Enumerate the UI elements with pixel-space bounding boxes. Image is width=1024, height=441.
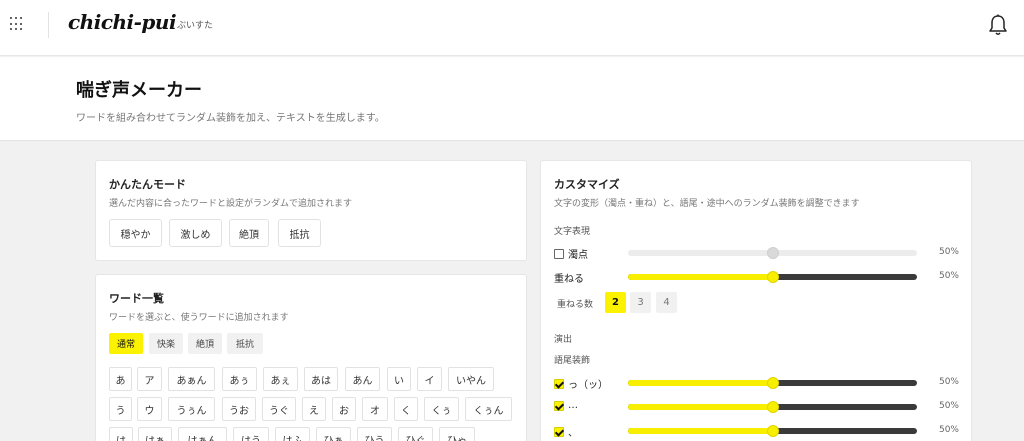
repeat-count-label: 重ねる数 [557, 300, 594, 310]
tab-climax[interactable]: 絶頂 [188, 333, 222, 354]
ending-slider-comma[interactable] [628, 425, 917, 437]
word-chip[interactable]: はう [233, 427, 269, 441]
easy-mode-button-intense[interactable]: 激しめ [169, 219, 222, 247]
customize-card: カスタマイズ 文字の変形（濁点・重ね）と、語尾・途中へのランダム装飾を調整できま… [540, 160, 972, 441]
ending-label-comma: 、 [568, 428, 578, 439]
ending-value-ellipsis: 50% [938, 401, 959, 411]
apps-grid-icon[interactable] [10, 17, 24, 31]
ending-label-tsu: っ（ッ） [568, 380, 608, 391]
logo-subtitle: ぶいすた [177, 21, 214, 31]
repeat-count-option-2[interactable]: 2 [605, 292, 626, 313]
kasaneru-slider[interactable] [628, 271, 917, 283]
ending-slider-thumb[interactable] [767, 425, 779, 437]
word-chip[interactable]: くぅん [465, 397, 512, 421]
ending-slider-fill [628, 404, 773, 410]
ending-value-comma: 50% [938, 425, 959, 435]
kasaneru-value: 50% [938, 271, 959, 281]
word-chip[interactable]: く [394, 397, 418, 421]
word-chip[interactable]: うぐ [262, 397, 296, 421]
logo[interactable]: chichi-pui [68, 10, 177, 34]
word-chip[interactable]: いやん [448, 367, 494, 391]
word-chip[interactable]: お [332, 397, 356, 421]
ending-slider-tsu[interactable] [628, 377, 917, 389]
kasaneru-label: 重ねる [554, 274, 584, 285]
easy-mode-button-resist[interactable]: 抵抗 [278, 219, 321, 247]
easy-mode-button-climax[interactable]: 絶頂 [229, 219, 269, 247]
word-chip[interactable]: オ [362, 397, 388, 421]
ending-checkbox-ellipsis[interactable] [554, 400, 564, 411]
bell-icon[interactable] [988, 14, 1008, 36]
word-chip[interactable]: あは [304, 367, 338, 391]
tab-pleasure[interactable]: 快楽 [149, 333, 183, 354]
word-chip[interactable]: くぅ [424, 397, 459, 421]
repeat-count-option-4[interactable]: 4 [656, 292, 677, 313]
ending-slider-fill [628, 380, 773, 386]
tab-resist[interactable]: 抵抗 [227, 333, 263, 354]
dakuten-toggle[interactable]: 濁点 [554, 246, 588, 261]
word-chip[interactable]: い [387, 367, 411, 391]
word-chip[interactable]: え [302, 397, 326, 421]
ending-slider-thumb[interactable] [767, 401, 779, 413]
ending-toggle-ellipsis[interactable]: … [554, 400, 578, 411]
easy-mode-title: かんたんモード [109, 178, 186, 191]
word-chip[interactable]: あ [109, 367, 132, 391]
easy-mode-card: かんたんモード 選んだ内容に合ったワードと設定がランダムで追加されます 穏やか … [95, 160, 527, 261]
repeat-count-option-3[interactable]: 3 [630, 292, 651, 313]
word-chip[interactable]: う [109, 397, 132, 421]
tab-normal[interactable]: 通常 [109, 333, 143, 354]
word-chip[interactable]: ひう [357, 427, 392, 441]
dakuten-checkbox[interactable] [554, 248, 564, 259]
ending-slider-ellipsis[interactable] [628, 401, 917, 413]
easy-mode-button-calm[interactable]: 穏やか [109, 219, 162, 247]
page-title: 喘ぎ声メーカー [76, 80, 202, 101]
word-chip[interactable]: ア [137, 367, 162, 391]
word-chip[interactable]: ひぐ [398, 427, 433, 441]
divider [48, 12, 49, 38]
dakuten-slider-thumb[interactable] [767, 247, 779, 259]
word-chip[interactable]: はぁ [138, 427, 172, 441]
ending-decoration-heading: 語尾装飾 [554, 356, 591, 366]
word-chip[interactable]: あぁん [168, 367, 215, 391]
effects-heading: 演出 [554, 335, 573, 345]
word-list-description: ワードを選ぶと、使うワードに追加されます [109, 313, 289, 323]
ending-label-ellipsis: … [568, 400, 578, 411]
ending-checkbox-tsu[interactable] [554, 378, 564, 389]
easy-mode-description: 選んだ内容に合ったワードと設定がランダムで追加されます [109, 199, 353, 209]
word-chip[interactable]: は [109, 427, 133, 441]
word-chip[interactable]: あぅ [222, 367, 257, 391]
word-chip[interactable]: ウ [137, 397, 162, 421]
word-list-title: ワード一覧 [109, 292, 164, 305]
dakuten-slider[interactable] [628, 247, 917, 259]
dakuten-value: 50% [938, 247, 959, 257]
ending-slider-thumb[interactable] [767, 377, 779, 389]
word-chip[interactable]: あぇ [263, 367, 298, 391]
kasaneru-slider-fill [628, 274, 773, 280]
page-description: ワードを組み合わせてランダム装飾を加え、テキストを生成します。 [76, 113, 385, 124]
top-bar: chichi-pui ぶいすた [0, 0, 1024, 56]
customize-description: 文字の変形（濁点・重ね）と、語尾・途中へのランダム装飾を調整できます [554, 199, 860, 209]
word-chip[interactable]: ひぁ [316, 427, 351, 441]
word-chip[interactable]: うお [222, 397, 256, 421]
ending-toggle-comma[interactable]: 、 [554, 424, 578, 439]
customize-title: カスタマイズ [554, 178, 620, 191]
ending-slider-fill [628, 428, 773, 434]
word-chip[interactable]: イ [417, 367, 442, 391]
text-expression-heading: 文字表現 [554, 227, 591, 237]
kasaneru-slider-thumb[interactable] [767, 271, 779, 283]
word-chip[interactable]: はぁん [178, 427, 227, 441]
ending-checkbox-comma[interactable] [554, 426, 564, 437]
dakuten-label: 濁点 [568, 250, 588, 261]
word-chip[interactable]: ひゃ [439, 427, 475, 441]
word-chip[interactable]: あん [345, 367, 380, 391]
word-list-card: ワード一覧 ワードを選ぶと、使うワードに追加されます 通常 快楽 絶頂 抵抗 あ… [95, 274, 527, 441]
dakuten-slider-fill [628, 250, 773, 256]
word-chip[interactable]: うぅん [168, 397, 215, 421]
ending-toggle-tsu[interactable]: っ（ッ） [554, 376, 608, 391]
word-chip[interactable]: はふ [275, 427, 310, 441]
ending-value-tsu: 50% [938, 377, 959, 387]
page-header: 喘ぎ声メーカー ワードを組み合わせてランダム装飾を加え、テキストを生成します。 [0, 57, 1024, 141]
